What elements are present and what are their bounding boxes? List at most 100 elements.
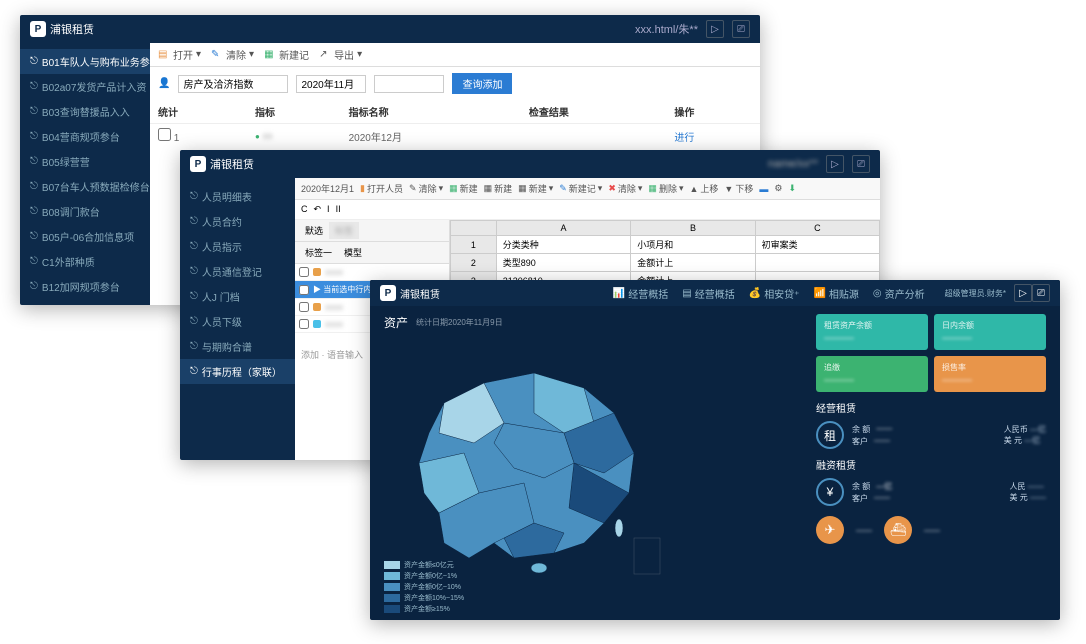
screen-icon[interactable]: ⎚ bbox=[852, 155, 870, 173]
file-icon: ▤ bbox=[158, 49, 170, 61]
legend-item: 资产金额0亿~1% bbox=[384, 571, 464, 581]
sub-1[interactable]: I bbox=[327, 204, 330, 215]
down-icon: ▼ bbox=[724, 184, 733, 194]
col-A[interactable]: A bbox=[496, 221, 631, 236]
tb-btn-1[interactable]: ✎清除▾ bbox=[409, 182, 443, 195]
nav-tab-4[interactable]: ◎资产分析 bbox=[873, 286, 925, 301]
nav-tab-3[interactable]: 📶相贴源 bbox=[813, 286, 858, 301]
sidebar-item-4[interactable]: ⎋人J 门档 bbox=[180, 284, 295, 309]
results-table: 统计 指标 指标名称 检查结果 操作 1 ● xx 2020年12月 进行 bbox=[150, 100, 760, 148]
ship-icon[interactable]: ⛴ bbox=[884, 516, 912, 544]
col-B[interactable]: B bbox=[631, 221, 755, 236]
col-result: 检查结果 bbox=[521, 100, 667, 124]
china-map[interactable] bbox=[384, 343, 664, 583]
sidebar-item-10[interactable]: ⎋B13线预购项参台 bbox=[20, 299, 150, 305]
date-from-input[interactable] bbox=[296, 75, 366, 93]
lp-tab-1[interactable]: 标签 bbox=[329, 222, 359, 239]
sheet-row[interactable]: 2类型890金额计上 bbox=[451, 254, 880, 272]
tb-btn-0[interactable]: ▮打开人员 bbox=[360, 182, 403, 195]
stat-card-2[interactable]: 追缴——— bbox=[816, 356, 928, 392]
item-checkbox[interactable] bbox=[299, 285, 309, 295]
sidebar-item-6[interactable]: ⎋与期购合谱 bbox=[180, 334, 295, 359]
tb-btn-8[interactable]: ▲上移 bbox=[689, 182, 718, 195]
sidebar-item-9[interactable]: ⎋B12加网规项参台 bbox=[20, 274, 150, 299]
tb-btn-4[interactable]: ▦新建▾ bbox=[518, 182, 553, 195]
category-input[interactable] bbox=[178, 75, 288, 93]
delete-icon: ✖ bbox=[608, 183, 616, 194]
action-link[interactable]: 进行 bbox=[666, 124, 760, 149]
legend-item: 资产金额10%~15% bbox=[384, 593, 464, 603]
tb-btn-7[interactable]: ▦删除▾ bbox=[648, 182, 683, 195]
tb-btn-9[interactable]: ▼下移 bbox=[724, 182, 753, 195]
sidebar-item-3[interactable]: ⎋B04营商规项参台 bbox=[20, 124, 150, 149]
sidebar-item-7[interactable]: ⎋B05户-06合加信息项 bbox=[20, 224, 150, 249]
plane-icon[interactable]: ✈ bbox=[816, 516, 844, 544]
screen-icon[interactable]: ⎚ bbox=[732, 20, 750, 38]
nav-tab-2[interactable]: 💰相安贷⁺ bbox=[749, 286, 800, 301]
sheet-row[interactable]: 1分类类种小项月和初审案类 bbox=[451, 236, 880, 254]
item-checkbox[interactable] bbox=[299, 302, 309, 312]
stat-card-3[interactable]: 损售率——— bbox=[934, 356, 1046, 392]
play-icon[interactable]: ▷ bbox=[826, 155, 844, 173]
user-label: 超级管理员.财务* bbox=[945, 288, 1006, 299]
nav-tab-0[interactable]: 📊经营概括 bbox=[613, 286, 668, 301]
legend-swatch bbox=[384, 594, 400, 602]
sidebar-item-4[interactable]: ⎋B05绿营营 bbox=[20, 149, 150, 174]
tb-btn-12[interactable]: ⬇ bbox=[788, 182, 796, 195]
tb-btn-3[interactable]: ▦新建 bbox=[484, 182, 513, 195]
sidebar-item-2[interactable]: ⎋B03查询替援品入入 bbox=[20, 99, 150, 124]
play-icon[interactable]: ▷ bbox=[706, 20, 724, 38]
stats-panel: 租赁资产余额——— 日内余额——— 追缴——— 损售率——— 经营租赁 租 余 … bbox=[816, 314, 1046, 612]
tb-btn-2[interactable]: ▦新建 bbox=[449, 182, 478, 195]
export-button[interactable]: ↗导出 ▾ bbox=[319, 47, 362, 62]
sidebar-item-1[interactable]: ⎋B02a07发货产品计入资 bbox=[20, 74, 150, 99]
sidebar-item-6[interactable]: ⎋B08调门款台 bbox=[20, 199, 150, 224]
col-name: 指标名称 bbox=[341, 100, 521, 124]
sidebar-item-1[interactable]: ⎋人员合约 bbox=[180, 209, 295, 234]
sidebar-item-5[interactable]: ⎋人员下级 bbox=[180, 309, 295, 334]
tb-btn-6[interactable]: ✖清除▾ bbox=[608, 182, 642, 195]
row-checkbox[interactable] bbox=[158, 128, 171, 141]
tb-btn-5[interactable]: ✎新建记▾ bbox=[559, 182, 602, 195]
stat-card-1[interactable]: 日内余额——— bbox=[934, 314, 1046, 350]
report-icon: ⎋ bbox=[30, 156, 38, 167]
nav-tab-1[interactable]: ▤经营概括 bbox=[682, 286, 734, 301]
arrow-icon[interactable]: ↶ bbox=[314, 204, 322, 215]
item-checkbox[interactable] bbox=[299, 319, 309, 329]
save-icon: ▦ bbox=[648, 183, 657, 194]
new-button[interactable]: ▦新建记 bbox=[264, 47, 309, 62]
sidebar-item-0[interactable]: ⎋B01车队人与购布业务参台 bbox=[20, 49, 150, 74]
money-icon: 💰 bbox=[749, 288, 761, 299]
lp-tab-0[interactable]: 默选 bbox=[299, 222, 329, 239]
lp-tab-2[interactable]: 标签一 bbox=[299, 244, 338, 261]
tb-btn-11[interactable]: ⚙ bbox=[774, 182, 782, 195]
col-C[interactable]: C bbox=[755, 221, 879, 236]
legend-swatch bbox=[384, 583, 400, 591]
lp-item[interactable]: xxxx bbox=[295, 264, 449, 281]
sidebar-item-7[interactable]: ⎋行事历程（家联） bbox=[180, 359, 295, 384]
sub-2[interactable]: II bbox=[336, 204, 341, 215]
export-icon: ↗ bbox=[319, 49, 331, 61]
toolbar: 2020年12月1 ▮打开人员 ✎清除▾ ▦新建 ▦新建 ▦新建▾ ✎新建记▾ … bbox=[295, 178, 880, 200]
sidebar-item-5[interactable]: ⎋B07台车人预数据检修台 bbox=[20, 174, 150, 199]
date-to-input[interactable] bbox=[374, 75, 444, 93]
report-icon: ⎋ bbox=[30, 206, 38, 217]
item-checkbox[interactable] bbox=[299, 267, 309, 277]
tool-icon: ⚙ bbox=[774, 183, 782, 194]
open-button[interactable]: ▤打开 ▾ bbox=[158, 47, 201, 62]
tb-btn-10[interactable]: ▬ bbox=[759, 182, 768, 195]
sidebar-item-0[interactable]: ⎋人员明细表 bbox=[180, 184, 295, 209]
report-icon: ⎋ bbox=[30, 56, 38, 67]
sidebar-item-3[interactable]: ⎋人员通信登记 bbox=[180, 259, 295, 284]
sidebar-item-8[interactable]: ⎋C1外部种质 bbox=[20, 249, 150, 274]
clear-button[interactable]: ✎清除 ▾ bbox=[211, 47, 254, 62]
sidebar-item-2[interactable]: ⎋人员指示 bbox=[180, 234, 295, 259]
screen-icon[interactable]: ⎚ bbox=[1032, 284, 1050, 302]
sub-c[interactable]: C bbox=[301, 204, 308, 215]
doc-icon: ⎋ bbox=[190, 341, 198, 352]
table-row[interactable]: 1 ● xx 2020年12月 进行 bbox=[150, 124, 760, 149]
play-icon[interactable]: ▷ bbox=[1014, 284, 1032, 302]
stat-card-0[interactable]: 租赁资产余额——— bbox=[816, 314, 928, 350]
lp-tab-3[interactable]: 模型 bbox=[338, 244, 368, 261]
search-button[interactable]: 查询添加 bbox=[452, 73, 512, 94]
